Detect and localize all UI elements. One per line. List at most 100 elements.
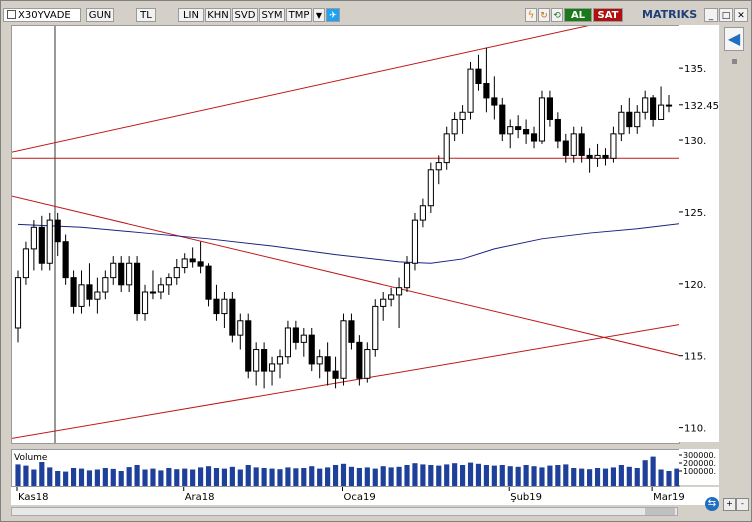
maximize-button[interactable]: □ (719, 8, 733, 22)
template-dropdown[interactable]: ▼ (313, 8, 325, 22)
candle-body (475, 68, 482, 85)
link-icon[interactable]: ⟲ (551, 8, 563, 22)
twitter-icon[interactable]: ✈ (326, 8, 340, 22)
volume-bar (78, 468, 85, 486)
candle-body (570, 133, 577, 156)
volume-bar (174, 469, 180, 486)
date-axis-svg: Kas18 Ara18 Oca19 Şub19 Mar19 (16, 487, 685, 503)
date-axis: Kas18 Ara18 Oca19 Şub19 Mar19 (11, 487, 719, 505)
date-tick-label: Ara18 (185, 492, 215, 503)
horizontal-scrollbar[interactable] (11, 507, 678, 516)
candle-body (181, 258, 188, 269)
volume-bar (428, 465, 434, 486)
template-button[interactable]: TMP (286, 8, 312, 22)
price-tick-label: 125. (684, 208, 706, 219)
currency-button[interactable]: TL (136, 8, 156, 22)
candle-body (348, 320, 355, 343)
sym-button[interactable]: SYM (259, 8, 285, 22)
volume-bar (666, 471, 672, 486)
candle-body (94, 291, 101, 300)
volume-bar (650, 456, 656, 486)
candle-body (229, 298, 236, 336)
candle-body (324, 356, 331, 372)
volume-chart-svg: Volume (14, 453, 680, 486)
candle-body (276, 356, 284, 365)
candle-body (78, 284, 85, 307)
minimize-button[interactable]: _ (704, 8, 718, 22)
candle-body (427, 169, 434, 207)
period-button[interactable]: GUN (86, 8, 114, 22)
volume-bar (182, 468, 188, 486)
candle-body (316, 356, 323, 365)
volume-bar (205, 466, 212, 486)
volume-bar (198, 467, 204, 486)
candle-body (300, 334, 307, 343)
zoom-in-button[interactable]: + (723, 498, 736, 511)
candle-body (38, 226, 45, 264)
symbol-label: X30YVADE (18, 10, 71, 21)
candle-body (403, 262, 411, 289)
svd-button[interactable]: SVD (232, 8, 258, 22)
price-axis: 135. 132.45 130. 125. 120. 115. 110. (679, 25, 719, 442)
volume-bar (317, 468, 323, 486)
sync-icon[interactable]: ⇆ (705, 497, 719, 511)
volume-bar (285, 467, 291, 486)
volume-bar (547, 465, 553, 486)
scrollbar-thumb[interactable] (645, 508, 675, 515)
candle-body (586, 154, 593, 159)
volume-bar (70, 468, 77, 486)
candle-body (523, 129, 530, 135)
volume-bar (94, 469, 100, 486)
sell-button[interactable]: SAT (593, 8, 623, 22)
symbol-checkbox[interactable] (7, 10, 16, 19)
panel-handle-icon[interactable] (732, 59, 737, 64)
candle-body (364, 349, 371, 379)
khn-button[interactable]: KHN (205, 8, 231, 22)
price-chart[interactable] (9, 3, 685, 444)
candle-body (499, 104, 506, 135)
candle-body (268, 363, 276, 372)
lightning-icon[interactable]: ϟ (525, 8, 537, 22)
candle-body (70, 277, 77, 307)
volume-bar (452, 463, 458, 486)
chevron-down-icon: ▼ (315, 11, 323, 20)
linear-button[interactable]: LIN (178, 8, 204, 22)
buy-button[interactable]: AL (564, 8, 592, 22)
candle-body (388, 294, 395, 300)
volume-bar (229, 466, 235, 486)
candle-body (419, 205, 426, 221)
volume-bar (340, 463, 347, 486)
volume-bar (309, 466, 315, 486)
volume-bar (579, 468, 585, 486)
volume-chart[interactable]: Volume (11, 449, 680, 487)
candle-body (54, 219, 61, 243)
zoom-out-button[interactable]: - (736, 498, 749, 511)
volume-bar (467, 462, 474, 486)
volume-bar (31, 469, 37, 486)
volume-axis-svg: 300000.200000.100000. (679, 451, 716, 476)
volume-bar (404, 465, 410, 486)
volume-bar (325, 467, 331, 486)
candle-body (308, 334, 315, 365)
refresh-icon[interactable]: ↻ (538, 8, 550, 22)
candle-body (213, 298, 220, 315)
volume-bar (555, 465, 561, 486)
candle-body (650, 97, 657, 120)
candle-body (118, 262, 125, 286)
symbol-selector[interactable]: X30YVADE (3, 8, 81, 22)
volume-bar (531, 466, 537, 486)
volume-bar (372, 468, 378, 486)
candle-body (610, 133, 617, 159)
candle-body (205, 265, 212, 300)
arrow-left-icon[interactable]: ◀ (724, 27, 744, 51)
candle-body (380, 298, 387, 307)
volume-bar (237, 469, 243, 486)
close-button[interactable]: ✕ (734, 8, 748, 22)
candle-body (30, 226, 37, 250)
candle-body (189, 258, 196, 263)
volume-bar (618, 465, 624, 486)
volume-bar (539, 467, 545, 486)
candle-body (642, 97, 649, 113)
volume-bar (293, 468, 299, 486)
date-tick-label: Şub19 (510, 492, 542, 503)
